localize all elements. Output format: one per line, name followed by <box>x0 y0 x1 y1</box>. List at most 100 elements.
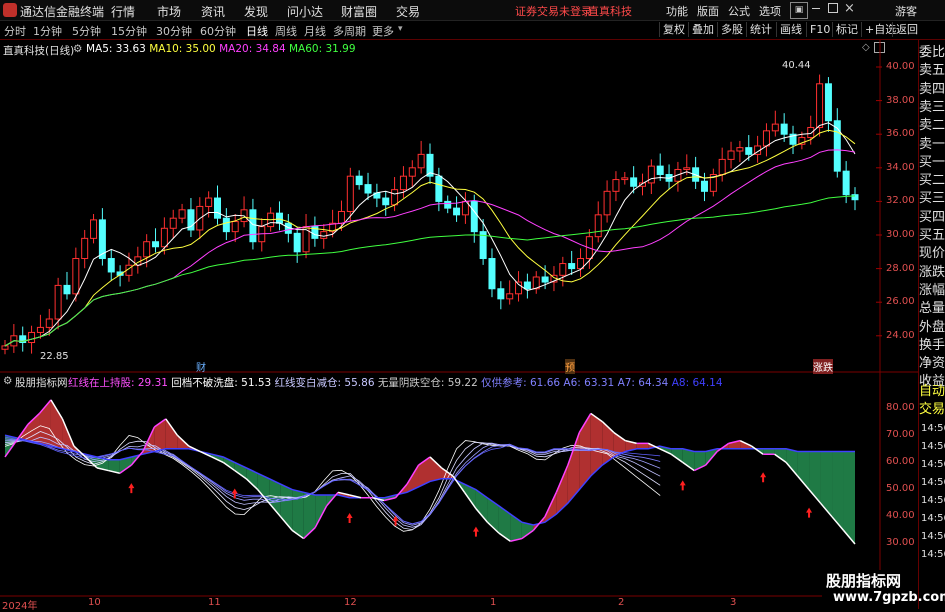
adjust-button[interactable]: 复权 <box>659 22 688 37</box>
menu-news[interactable]: 资讯 <box>201 3 225 20</box>
candle-body <box>107 258 115 273</box>
tab-weekly[interactable]: 周线 <box>275 23 297 39</box>
side-tab-9[interactable]: 买四 <box>919 209 945 227</box>
chevron-down-icon[interactable]: ▾ <box>398 24 403 34</box>
close-icon[interactable]: × <box>844 1 855 16</box>
candle-body <box>205 197 213 207</box>
menu-function[interactable]: 功能 <box>666 3 688 19</box>
candle-body <box>63 284 71 295</box>
time-label-2: 14:56 <box>921 459 945 470</box>
tab-daily[interactable]: 日线 <box>246 23 268 39</box>
statistics-button[interactable]: 统计 <box>746 22 775 37</box>
menu-market[interactable]: 市场 <box>157 3 181 20</box>
draw-line-button[interactable]: 画线 <box>776 22 805 37</box>
candle-body <box>36 326 44 333</box>
candle-body <box>683 167 691 170</box>
chart-canvas[interactable] <box>0 40 918 597</box>
skin-icon[interactable]: ▣ <box>790 2 808 19</box>
side-tab-15[interactable]: 外盘 <box>919 319 945 337</box>
side-tab-lower-0[interactable]: 自动 <box>919 383 945 401</box>
side-tab-16[interactable]: 换手 <box>919 337 945 355</box>
indicator-fill-segment <box>820 451 833 517</box>
side-tab-13[interactable]: 涨幅 <box>919 282 945 300</box>
mark-button[interactable]: 标记 <box>832 22 861 37</box>
guest-label[interactable]: 游客 <box>895 3 917 19</box>
back-button[interactable]: 返回 <box>892 22 921 37</box>
candle-body <box>824 83 832 122</box>
candle-body <box>453 207 461 216</box>
event-marker-limit[interactable]: 涨跌 <box>813 359 833 374</box>
y-tick-main-2: 36.00 <box>886 128 915 140</box>
settings-gear-icon-indicator[interactable]: ⚙ <box>3 375 12 387</box>
candle-body <box>346 175 354 212</box>
candle-body <box>408 167 416 177</box>
y-tick-main-0: 40.00 <box>886 61 915 72</box>
maximize-icon[interactable] <box>828 3 838 13</box>
candle-body <box>506 293 514 300</box>
candle-body <box>771 123 779 132</box>
y-tick-main-4: 32.00 <box>886 195 915 207</box>
multi-stock-button[interactable]: 多股 <box>717 22 746 37</box>
side-tab-6[interactable]: 买一 <box>919 154 945 172</box>
event-marker-forecast[interactable]: 预 <box>565 359 575 374</box>
tab-15min[interactable]: 15分钟 <box>111 23 147 39</box>
side-tab-11[interactable]: 现价 <box>919 245 945 263</box>
indicator-value-wash: 回档不破洗盘: 51.53 <box>171 377 272 389</box>
tab-multi-period[interactable]: 多周期 <box>333 23 366 39</box>
side-tab-14[interactable]: 总量 <box>919 300 945 318</box>
f10-button[interactable]: F10 <box>806 22 833 37</box>
time-label-1: 14:56 <box>921 441 945 452</box>
side-tab-5[interactable]: 卖一 <box>919 136 945 154</box>
candle-body <box>745 147 753 155</box>
side-tab-0[interactable]: 委比 <box>919 44 945 62</box>
candle-body <box>249 209 257 243</box>
menu-trade[interactable]: 交易 <box>396 3 420 20</box>
overlay-button[interactable]: 叠加 <box>688 22 717 37</box>
side-tab-12[interactable]: 涨跌 <box>919 264 945 282</box>
candle-body <box>45 318 53 328</box>
y-tick-main-3: 34.00 <box>886 161 915 173</box>
candle-body <box>143 241 151 258</box>
tab-more[interactable]: 更多 <box>372 23 394 39</box>
side-tab-3[interactable]: 卖三 <box>919 99 945 117</box>
side-tab-2[interactable]: 卖四 <box>919 81 945 99</box>
indicator-name[interactable]: 股朋指标网 <box>15 375 68 390</box>
candle-body <box>382 197 390 206</box>
tab-intraday[interactable]: 分时 <box>4 23 26 39</box>
side-tab-10[interactable]: 买五 <box>919 227 945 245</box>
indicator-fill-segment <box>430 456 442 482</box>
tab-1min[interactable]: 1分钟 <box>33 23 62 39</box>
x-label-jan: 1 <box>490 597 497 608</box>
candle-body <box>630 177 638 187</box>
menu-quotes[interactable]: 行情 <box>111 3 135 20</box>
side-tab-lower-1[interactable]: 交易 <box>919 401 945 419</box>
menu-wealth-circle[interactable]: 财富圈 <box>341 3 377 20</box>
menu-ask[interactable]: 问小达 <box>287 3 323 20</box>
menu-options[interactable]: 选项 <box>759 3 781 19</box>
tab-5min[interactable]: 5分钟 <box>72 23 101 39</box>
tab-30min[interactable]: 30分钟 <box>156 23 192 39</box>
side-tab-7[interactable]: 买二 <box>919 172 945 190</box>
menu-formula[interactable]: 公式 <box>728 3 750 19</box>
candle-body <box>231 221 239 233</box>
stock-name-title: 直真科技 <box>588 5 632 18</box>
login-warning[interactable]: 证券交易未登录 <box>515 3 592 19</box>
watermark-url: www.7gpzb.com <box>833 590 945 605</box>
tab-60min[interactable]: 60分钟 <box>200 23 236 39</box>
event-marker-finance[interactable]: 财 <box>196 359 206 374</box>
side-tab-1[interactable]: 卖五 <box>919 62 945 80</box>
candle-body <box>355 175 363 186</box>
menu-layout[interactable]: 版面 <box>697 3 719 19</box>
side-tab-17[interactable]: 净资 <box>919 355 945 373</box>
minimize-icon[interactable] <box>812 8 820 9</box>
tab-monthly[interactable]: 月线 <box>304 23 326 39</box>
candle-body <box>275 212 283 224</box>
candle-body <box>718 158 726 176</box>
candle-body <box>364 184 372 194</box>
candle-body <box>603 190 611 216</box>
y-tick-main-7: 26.00 <box>886 296 915 308</box>
menu-discover[interactable]: 发现 <box>244 3 268 20</box>
side-tab-4[interactable]: 卖二 <box>919 117 945 135</box>
side-tab-8[interactable]: 买三 <box>919 190 945 208</box>
time-label-5: 14:56 <box>921 513 945 524</box>
